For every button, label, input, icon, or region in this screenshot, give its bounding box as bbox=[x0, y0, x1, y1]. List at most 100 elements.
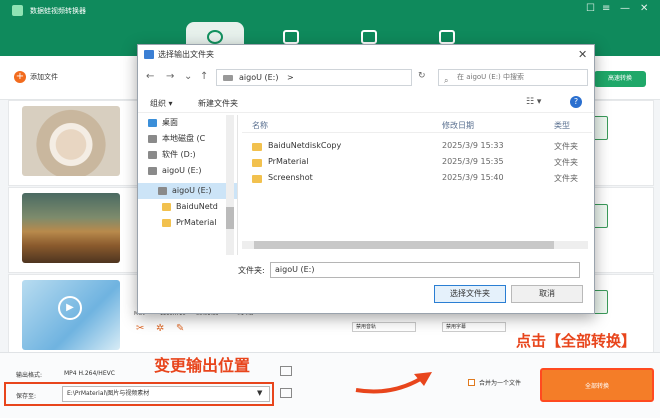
nav-item-desktop[interactable]: 桌面 bbox=[138, 115, 237, 131]
desktop-icon bbox=[148, 119, 157, 127]
folder-label: 文件夹: bbox=[238, 266, 265, 275]
navigation-pane: 桌面 本地磁盘 (C 软件 (D:) aigoU (E:) aigoU (E:)… bbox=[138, 115, 238, 255]
horizontal-scrollbar[interactable] bbox=[242, 241, 588, 249]
col-name[interactable]: 名称 bbox=[252, 120, 268, 131]
path-drive[interactable]: aigoU (E:) bbox=[239, 73, 279, 82]
folder-icon bbox=[252, 175, 262, 183]
add-file-button[interactable]: + 添加文件 bbox=[14, 71, 58, 83]
chevron-down-icon[interactable]: ⌄ bbox=[184, 71, 192, 82]
hardware-accel-button[interactable]: 高速转换 bbox=[594, 71, 646, 87]
add-file-label: 添加文件 bbox=[30, 73, 58, 81]
nav-label: aigoU (E:) bbox=[172, 186, 212, 195]
convert-all-button[interactable]: 全部转换 bbox=[540, 368, 654, 402]
feedback-icon[interactable]: ☐ bbox=[586, 3, 595, 14]
scroll-thumb[interactable] bbox=[254, 241, 554, 249]
nav-label: PrMaterial bbox=[176, 218, 217, 227]
output-format-value[interactable]: MP4 H.264/HEVC bbox=[64, 370, 115, 377]
toolbox-icon bbox=[439, 30, 455, 44]
file-list: 名称 修改日期 类型 BaiduNetdiskCopy 2025/3/9 15:3… bbox=[242, 115, 592, 255]
arrow-annotation bbox=[355, 372, 432, 394]
path-separator[interactable]: > bbox=[287, 73, 294, 82]
app-title: 数据蛙视频转换器 bbox=[30, 7, 86, 15]
output-format-label: 输出格式: bbox=[16, 372, 43, 379]
convert-icon bbox=[207, 30, 223, 44]
list-item[interactable]: Screenshot 2025/3/9 15:40 文件夹 bbox=[242, 171, 592, 187]
folder-dialog: 选择输出文件夹 ✕ ← → ⌄ ↑ aigoU (E:) > ↻ ⌕ 在 aig… bbox=[137, 44, 595, 314]
nav-label: 桌面 bbox=[162, 118, 178, 127]
merge-label: 合并为一个文件 bbox=[479, 380, 522, 387]
annotation-change-output: 变更输出位置 bbox=[154, 356, 251, 375]
search-placeholder: 在 aigoU (E:) 中搜索 bbox=[457, 73, 525, 81]
video-thumbnail[interactable] bbox=[22, 193, 120, 263]
merge-checkbox[interactable]: 合并为一个文件 bbox=[468, 378, 521, 387]
organize-menu[interactable]: 组织 ▾ bbox=[150, 98, 173, 109]
checkbox-icon bbox=[468, 379, 475, 386]
folder-icon bbox=[162, 203, 171, 211]
new-folder-button[interactable]: 新建文件夹 bbox=[198, 98, 238, 109]
item-name: BaiduNetdiskCopy bbox=[268, 141, 342, 150]
folder-open-icon[interactable] bbox=[280, 388, 292, 398]
address-bar: ← → ⌄ ↑ aigoU (E:) > ↻ ⌕ 在 aigoU (E:) 中搜… bbox=[138, 67, 594, 89]
item-type: 文件夹 bbox=[554, 174, 578, 183]
app-logo-icon bbox=[12, 5, 23, 16]
annotation-click-all: 点击【全部转换】 bbox=[516, 332, 637, 350]
drive-icon bbox=[223, 75, 233, 81]
item-type: 文件夹 bbox=[554, 142, 578, 151]
nav-item-e-selected[interactable]: aigoU (E:) bbox=[138, 183, 237, 199]
nav-label: 本地磁盘 (C bbox=[162, 134, 206, 143]
scroll-thumb[interactable] bbox=[226, 207, 234, 229]
folder-input[interactable]: aigoU (E:) bbox=[270, 262, 580, 278]
nav-item-prmaterial[interactable]: PrMaterial bbox=[138, 215, 237, 231]
item-name: PrMaterial bbox=[268, 157, 309, 166]
dialog-title: 选择输出文件夹 bbox=[158, 50, 214, 59]
nav-item-e[interactable]: aigoU (E:) bbox=[138, 163, 237, 179]
drive-icon bbox=[148, 135, 157, 143]
collage-icon bbox=[361, 30, 377, 44]
menu-icon[interactable]: ≡ bbox=[602, 3, 610, 14]
nav-item-c[interactable]: 本地磁盘 (C bbox=[138, 131, 237, 147]
subtitle-select[interactable]: 禁用字幕 bbox=[442, 322, 506, 332]
view-icon[interactable]: ☷ ▾ bbox=[526, 97, 541, 107]
nav-item-baidu[interactable]: BaiduNetd bbox=[138, 199, 237, 215]
image-icon bbox=[283, 30, 299, 44]
path-input[interactable]: aigoU (E:) > bbox=[216, 69, 412, 86]
search-input[interactable]: ⌕ 在 aigoU (E:) 中搜索 bbox=[438, 69, 588, 86]
scrollbar[interactable] bbox=[226, 115, 234, 255]
effect-icon[interactable]: ✲ bbox=[156, 323, 164, 334]
cut-icon[interactable]: ✂ bbox=[136, 323, 144, 334]
minimize-icon[interactable]: — bbox=[620, 3, 630, 14]
play-icon[interactable]: ▶ bbox=[58, 296, 82, 320]
search-icon: ⌕ bbox=[444, 76, 449, 85]
col-type[interactable]: 类型 bbox=[554, 120, 570, 131]
audio-track-select[interactable]: 禁用音轨 bbox=[352, 322, 416, 332]
folder-icon bbox=[162, 219, 171, 227]
item-date: 2025/3/9 15:40 bbox=[442, 173, 504, 182]
settings-icon[interactable] bbox=[280, 366, 292, 376]
drive-icon bbox=[158, 187, 167, 195]
drive-icon bbox=[148, 167, 157, 175]
edit-icon[interactable]: ✎ bbox=[176, 323, 184, 334]
nav-item-d[interactable]: 软件 (D:) bbox=[138, 147, 237, 163]
list-header: 名称 修改日期 类型 bbox=[242, 115, 592, 133]
cancel-button[interactable]: 取消 bbox=[511, 285, 583, 303]
close-icon[interactable]: ✕ bbox=[640, 3, 648, 14]
help-icon[interactable]: ? bbox=[570, 96, 582, 108]
nav-label: BaiduNetd bbox=[176, 202, 218, 211]
col-date[interactable]: 修改日期 bbox=[442, 120, 474, 131]
folder-icon bbox=[252, 159, 262, 167]
refresh-icon[interactable]: ↻ bbox=[418, 71, 426, 81]
item-date: 2025/3/9 15:33 bbox=[442, 141, 504, 150]
nav-label: 软件 (D:) bbox=[162, 150, 196, 159]
up-icon[interactable]: ↑ bbox=[200, 71, 208, 82]
select-folder-button[interactable]: 选择文件夹 bbox=[434, 285, 506, 303]
item-name: Screenshot bbox=[268, 173, 313, 182]
drive-icon bbox=[148, 151, 157, 159]
highlight-box bbox=[4, 382, 274, 406]
back-icon[interactable]: ← bbox=[146, 71, 154, 82]
video-thumbnail[interactable] bbox=[22, 106, 120, 176]
list-item[interactable]: BaiduNetdiskCopy 2025/3/9 15:33 文件夹 bbox=[242, 139, 592, 155]
list-item[interactable]: PrMaterial 2025/3/9 15:35 文件夹 bbox=[242, 155, 592, 171]
plus-icon: + bbox=[14, 71, 26, 83]
forward-icon[interactable]: → bbox=[166, 71, 174, 82]
close-icon[interactable]: ✕ bbox=[578, 48, 587, 61]
